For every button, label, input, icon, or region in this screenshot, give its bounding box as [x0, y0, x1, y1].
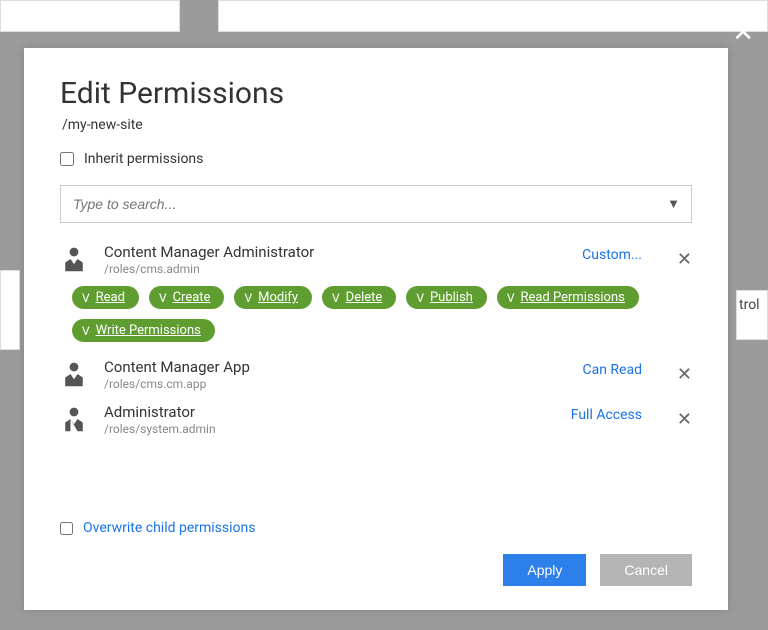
inherit-permissions-label: Inherit permissions	[84, 151, 203, 167]
overwrite-label: Overwrite child permissions	[83, 520, 255, 536]
cancel-button[interactable]: Cancel	[600, 554, 692, 586]
remove-icon[interactable]: ✕	[677, 249, 692, 270]
dialog-buttons: Apply Cancel	[60, 554, 692, 586]
perm-pill-create[interactable]: VCreate	[149, 286, 225, 309]
entry-name: Content Manager App	[104, 358, 569, 376]
entry-name: Administrator	[104, 403, 557, 421]
search-input[interactable]	[60, 185, 692, 223]
perm-pill-modify[interactable]: VModify	[234, 286, 312, 309]
perm-pill-read-permissions[interactable]: VRead Permissions	[497, 286, 639, 309]
entry-path: /roles/system.admin	[104, 422, 557, 436]
remove-icon[interactable]: ✕	[677, 409, 692, 430]
dropdown-icon[interactable]: ▼	[667, 196, 680, 212]
permission-entry: Content Manager App /roles/cms.cm.app Ca…	[60, 358, 692, 391]
permission-entry: Administrator /roles/system.admin Full A…	[60, 403, 692, 436]
close-icon[interactable]: ✕	[732, 18, 754, 48]
inherit-permissions-checkbox[interactable]	[60, 152, 74, 166]
entry-path: /roles/cms.admin	[104, 262, 568, 276]
entry-name: Content Manager Administrator	[104, 243, 568, 261]
permission-pills: VRead VCreate VModify VDelete VPublish V…	[72, 286, 692, 342]
perm-pill-read[interactable]: VRead	[72, 286, 139, 309]
perm-pill-write-permissions[interactable]: VWrite Permissions	[72, 319, 215, 342]
entry-access-dropdown[interactable]: Full Access	[571, 407, 642, 423]
search-box: ▼	[60, 185, 692, 223]
perm-pill-publish[interactable]: VPublish	[406, 286, 487, 309]
dialog-path: /my-new-site	[62, 117, 692, 133]
entry-access-dropdown[interactable]: Custom...	[582, 247, 642, 263]
permission-entry: Content Manager Administrator /roles/cms…	[60, 243, 692, 276]
user-icon	[60, 360, 90, 388]
apply-button[interactable]: Apply	[503, 554, 586, 586]
remove-icon[interactable]: ✕	[677, 364, 692, 385]
user-icon	[60, 245, 90, 273]
overwrite-checkbox[interactable]	[60, 522, 73, 535]
entry-path: /roles/cms.cm.app	[104, 377, 569, 391]
edit-permissions-dialog: Edit Permissions /my-new-site Inherit pe…	[24, 48, 728, 610]
user-icon	[60, 405, 90, 433]
entries-list: Content Manager Administrator /roles/cms…	[60, 243, 692, 520]
perm-pill-delete[interactable]: VDelete	[322, 286, 396, 309]
dialog-title: Edit Permissions	[60, 76, 692, 111]
entry-access-dropdown[interactable]: Can Read	[583, 362, 643, 378]
inherit-permissions-row[interactable]: Inherit permissions	[60, 151, 692, 167]
overwrite-row[interactable]: Overwrite child permissions	[60, 520, 692, 536]
